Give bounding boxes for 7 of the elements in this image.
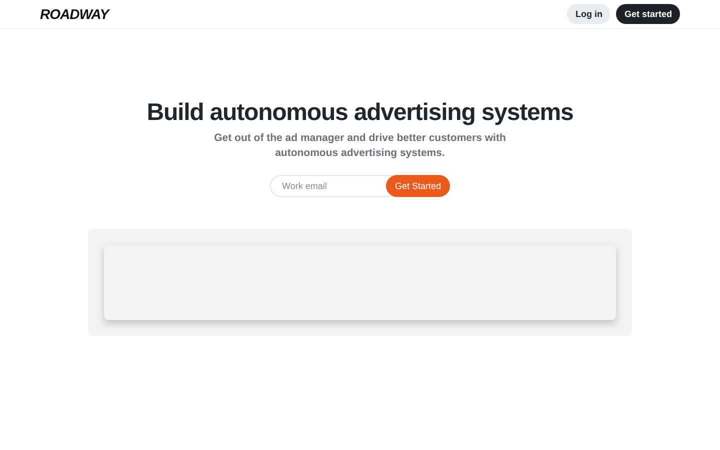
login-button[interactable]: Log in xyxy=(567,4,610,24)
get-started-button[interactable]: Get started xyxy=(616,4,680,24)
logo[interactable]: ROADWAY xyxy=(40,6,109,22)
hero-subtitle: Get out of the ad manager and drive better customers with autonomous advertising systems. xyxy=(214,131,506,161)
hero-title: Build autonomous advertising systems xyxy=(146,99,574,127)
email-field[interactable]: Work email Get Started xyxy=(270,175,450,197)
get-started-button[interactable]: Get Started xyxy=(386,175,450,197)
